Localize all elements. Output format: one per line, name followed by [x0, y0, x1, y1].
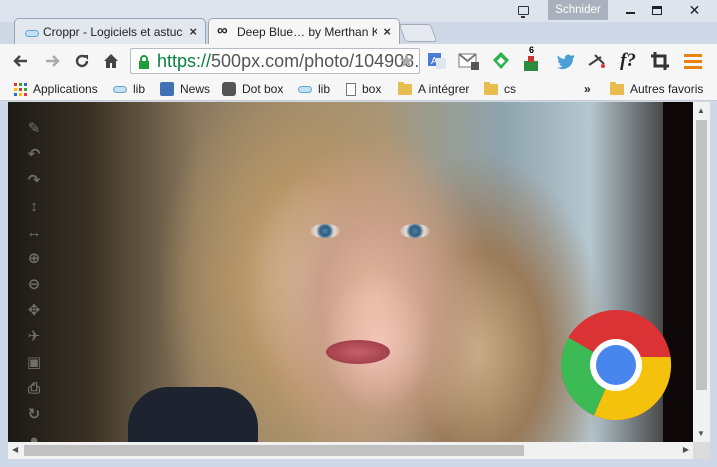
back-button[interactable] — [10, 50, 32, 72]
bookmark-label: Dot box — [242, 82, 284, 96]
tab-croppr[interactable]: Croppr - Logiciels et astuces × — [14, 18, 206, 44]
bookmark-label: lib — [318, 82, 331, 96]
bookmark-news[interactable]: News — [160, 80, 210, 98]
reload-icon — [75, 54, 89, 68]
bookmark-dot-box[interactable]: Dot box — [222, 80, 283, 98]
horizontal-scroll-thumb[interactable] — [24, 445, 524, 456]
photo-detail — [326, 340, 390, 364]
forward-arrow-icon — [46, 55, 60, 67]
reload-button[interactable] — [71, 50, 93, 72]
counter-badge: 6 — [529, 45, 535, 55]
undo-icon[interactable]: ↶ — [24, 144, 44, 164]
bookmark-label: Applications — [33, 82, 98, 96]
scroll-left-icon[interactable]: ◀ — [12, 445, 18, 454]
home-icon — [104, 54, 118, 68]
feather-icon — [222, 82, 236, 96]
photo-tool-strip: ✎ ↶ ↷ ↕ ↔ ⊕ ⊖ ✥ ✈ ▣ ⎙ ↻ ● — [24, 118, 46, 442]
chrome-logo-icon — [561, 309, 672, 421]
bookmark-label: box — [362, 82, 382, 96]
scroll-right-icon[interactable]: ▶ — [683, 445, 689, 454]
photo-detail — [400, 224, 430, 238]
move-icon[interactable]: ✥ — [24, 300, 44, 320]
bookmark-label: cs — [504, 82, 516, 96]
news-icon — [160, 82, 174, 96]
bookmark-star-icon[interactable]: ★ — [398, 50, 415, 73]
crop-icon[interactable] — [649, 50, 671, 72]
close-tab-icon[interactable]: × — [383, 24, 391, 39]
vertical-scrollbar[interactable]: ▲ ▼ — [693, 102, 710, 442]
window-frame — [710, 102, 717, 467]
tab-title: Deep Blue… by Merthan Kara — [237, 24, 377, 39]
bookmarks-overflow-button[interactable]: » — [584, 80, 591, 98]
tab-title: Croppr - Logiciels et astuces — [43, 24, 183, 39]
window-frame — [0, 459, 717, 467]
counter-icon[interactable]: 6 — [520, 45, 542, 72]
tab-strip: Croppr - Logiciels et astuces × ∞ Deep B… — [0, 16, 717, 44]
print-icon[interactable]: ⎙ — [24, 378, 44, 398]
bookmark-label: Autres favoris — [630, 82, 704, 96]
bookmarks-bar: Applications lib News Dot box lib box A … — [0, 77, 717, 101]
close-tab-icon[interactable]: × — [189, 24, 197, 39]
back-arrow-icon — [13, 55, 27, 67]
bookmark-a-integrer[interactable]: A intégrer — [398, 80, 469, 98]
scroll-down-icon[interactable]: ▼ — [697, 429, 705, 438]
cloud-favicon-icon — [25, 26, 39, 40]
folder-icon — [610, 81, 624, 95]
vertical-scroll-thumb[interactable] — [696, 120, 707, 390]
zoom-out-icon[interactable]: ⊖ — [24, 274, 44, 294]
bookmark-other-favorites[interactable]: Autres favoris — [610, 80, 703, 98]
menu-icon[interactable] — [682, 50, 704, 72]
scroll-up-icon[interactable]: ▲ — [697, 106, 705, 115]
tab-deep-blue[interactable]: ∞ Deep Blue… by Merthan Kara × — [208, 18, 400, 44]
bookmark-label: A intégrer — [418, 82, 470, 96]
photo-detail — [310, 224, 340, 238]
lock-icon — [138, 54, 150, 73]
infinity-favicon-icon: ∞ — [217, 22, 228, 39]
cloud-icon — [113, 85, 127, 93]
zoom-in-icon[interactable]: ⊕ — [24, 248, 44, 268]
bookmark-box[interactable]: box — [346, 80, 381, 98]
translate-icon[interactable]: A — [426, 50, 448, 72]
facebook-icon[interactable]: ▣ — [24, 352, 44, 372]
bookmark-label: lib — [133, 82, 146, 96]
vertical-resize-icon[interactable]: ↕ — [24, 196, 44, 216]
refresh-icon[interactable]: ↻ — [24, 404, 44, 424]
bookmark-lib-2[interactable]: lib — [298, 80, 330, 98]
window-frame — [0, 102, 8, 467]
bookmark-label: News — [180, 82, 211, 96]
info-icon[interactable]: ● — [24, 430, 44, 443]
navigation-toolbar: https://500px.com/photo/104908... ★ A 6 … — [0, 44, 717, 77]
bookmark-lib[interactable]: lib — [113, 80, 145, 98]
page-icon — [346, 82, 356, 96]
scrollbar-corner — [693, 442, 710, 459]
formula-icon[interactable]: f? — [617, 50, 639, 72]
cloud-icon — [298, 85, 312, 93]
apps-grid-icon — [14, 82, 27, 96]
folder-icon — [398, 81, 412, 95]
brush-icon[interactable]: ✎ — [24, 118, 44, 138]
twitter-icon[interactable]: ✈ — [24, 326, 44, 346]
home-button[interactable] — [100, 50, 122, 72]
pick-icon[interactable] — [586, 50, 608, 72]
horizontal-resize-icon[interactable]: ↔ — [24, 222, 44, 242]
url-text: 500px.com/photo/104908... — [211, 50, 420, 71]
folder-icon — [484, 81, 498, 95]
photo-detail — [128, 387, 258, 442]
address-bar[interactable]: https://500px.com/photo/104908... ★ — [130, 48, 420, 74]
bookmark-applications[interactable]: Applications — [14, 80, 98, 98]
new-tab-button[interactable] — [398, 24, 438, 42]
bookmark-cs[interactable]: cs — [484, 80, 516, 98]
forward-button[interactable] — [41, 50, 63, 72]
gmail-icon[interactable] — [458, 50, 480, 72]
twitter-icon[interactable] — [555, 50, 577, 72]
redo-icon[interactable]: ↷ — [24, 170, 44, 190]
horizontal-scrollbar[interactable]: ◀ ▶ — [8, 442, 693, 459]
url-scheme: https:// — [157, 50, 212, 71]
feedly-icon[interactable] — [490, 50, 512, 72]
